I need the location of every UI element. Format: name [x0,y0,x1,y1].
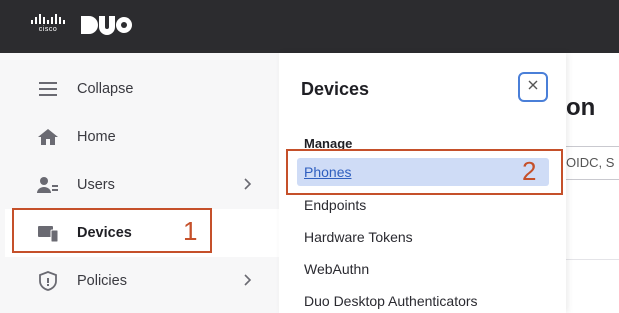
home-icon [37,127,61,147]
cisco-logo: cisco [30,14,66,36]
users-icon [37,175,61,195]
hamburger-icon [37,79,61,99]
close-button[interactable] [518,72,548,102]
sidebar: Collapse Home Users Devices Policies [5,53,280,313]
menu-item-duo-desktop-authenticators[interactable]: Duo Desktop Authenticators [304,293,478,309]
sidebar-item-label: Policies [77,273,127,289]
annotation-number-2: 2 [522,156,537,186]
annotation-box-1 [12,208,212,253]
chevron-right-icon [243,273,253,287]
top-bar: cisco [0,0,619,53]
annotation-number-1: 1 [183,216,198,246]
close-icon [527,78,539,96]
shield-icon [37,271,61,291]
sidebar-item-label: Collapse [77,81,134,97]
sidebar-item-collapse[interactable]: Collapse [5,65,280,113]
menu-item-webauthn[interactable]: WebAuthn [304,261,369,277]
sidebar-item-users[interactable]: Users [5,161,280,209]
search-field-value: OIDC, S [566,155,615,170]
divider [566,259,619,260]
main-content [566,53,619,313]
cisco-logo-text: cisco [38,26,58,33]
sidebar-item-label: Home [77,129,116,145]
menu-item-endpoints[interactable]: Endpoints [304,197,366,213]
sidebar-item-policies[interactable]: Policies [5,257,280,305]
flyout-title: Devices [301,79,370,99]
sidebar-item-home[interactable]: Home [5,113,280,161]
chevron-right-icon [243,177,253,191]
menu-item-hardware-tokens[interactable]: Hardware Tokens [304,229,413,245]
duo-logo[interactable] [80,14,132,41]
sidebar-item-label: Users [77,177,115,193]
page-title: on [566,94,596,121]
